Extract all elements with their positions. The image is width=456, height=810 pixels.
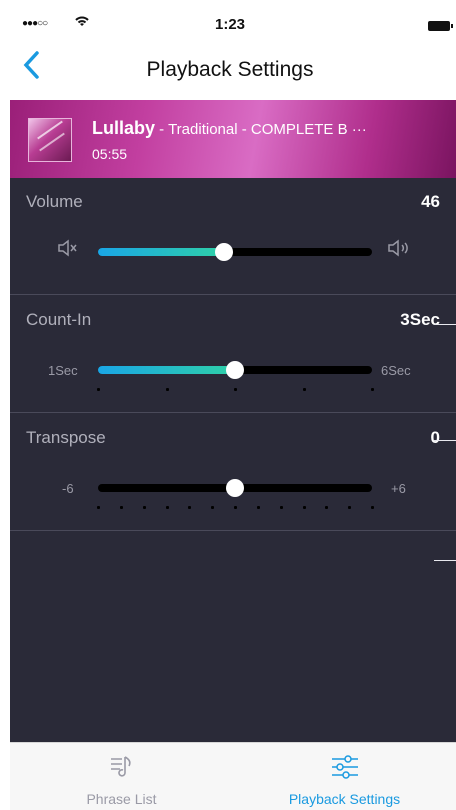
slider-tick — [165, 388, 169, 391]
count-in-min-label: 1Sec — [48, 363, 78, 378]
slider-tick — [234, 506, 237, 509]
now-playing-banner[interactable]: Lullaby - Traditional - COMPLETE B ··· 0… — [10, 100, 456, 178]
count-in-slider[interactable] — [98, 361, 372, 379]
volume-slider-thumb[interactable] — [215, 243, 234, 261]
status-bar: ●●●○○ 1:23 — [10, 12, 453, 40]
slider-tick — [302, 388, 306, 391]
count-in-ticks — [97, 388, 374, 392]
slider-tick — [97, 506, 100, 509]
count-in-label: Count-In — [26, 310, 92, 329]
count-in-value: 3Sec — [400, 310, 440, 329]
battery-icon — [428, 21, 453, 31]
slider-tick — [211, 506, 215, 509]
album-cover — [28, 118, 72, 162]
transpose-value: 0 — [430, 428, 440, 447]
transpose-slider-thumb[interactable] — [226, 479, 244, 497]
count-in-slider-fill — [98, 366, 235, 374]
tab-phrase-list[interactable]: Phrase List — [10, 743, 233, 810]
count-in-slider-thumb[interactable] — [226, 361, 244, 379]
slider-tick — [302, 506, 306, 509]
slider-tick — [256, 506, 260, 509]
count-in-marker — [434, 324, 456, 325]
volume-slider[interactable] — [98, 243, 372, 261]
song-info: Lullaby - Traditional - COMPLETE B ··· — [92, 118, 367, 139]
status-time: 1:23 — [214, 16, 246, 33]
slider-tick — [234, 388, 237, 391]
volume-slider-fill — [98, 248, 225, 256]
divider — [10, 294, 456, 295]
transpose-ticks — [97, 506, 374, 510]
tab-bar: Phrase List Playback Settings — [10, 742, 456, 810]
transpose-max-label: +6 — [391, 481, 406, 496]
slider-tick — [371, 506, 374, 509]
transpose-marker — [434, 440, 456, 441]
slider-tick — [97, 388, 100, 391]
volume-value: 46 — [421, 192, 440, 211]
slider-tick — [325, 506, 329, 509]
slider-tick — [188, 506, 192, 509]
song-duration: 05:55 — [92, 146, 128, 162]
transpose-label: Transpose — [26, 428, 106, 447]
tab-phrase-list-label: Phrase List — [86, 791, 157, 807]
song-title: Lullaby — [92, 118, 156, 138]
slider-tick — [279, 506, 283, 509]
slider-tick — [348, 506, 352, 509]
song-subtitle: - Traditional - COMPLETE B ··· — [155, 121, 367, 138]
settings-panel: Volume 46 Count-In 3Sec 1Sec 6Sec Transp… — [10, 178, 456, 742]
divider — [10, 530, 456, 531]
page-title: Playback Settings — [146, 58, 314, 81]
transpose-min-label: -6 — [62, 481, 74, 496]
slider-tick — [371, 388, 374, 391]
mute-speaker-icon[interactable] — [56, 238, 80, 264]
slider-tick — [165, 506, 169, 509]
transpose-slider[interactable] — [98, 479, 372, 497]
panel-edge-marker — [434, 560, 456, 561]
slider-tick — [142, 506, 146, 509]
count-in-max-label: 6Sec — [381, 363, 411, 378]
navigation-bar: Playback Settings — [10, 40, 450, 100]
divider — [10, 412, 456, 413]
tab-playback-settings-label: Playback Settings — [288, 791, 401, 807]
sliders-icon — [233, 753, 456, 787]
speaker-loud-icon[interactable] — [386, 238, 416, 264]
volume-label: Volume — [26, 192, 83, 211]
slider-tick — [119, 506, 123, 509]
tab-playback-settings[interactable]: Playback Settings — [233, 743, 456, 810]
phrase-list-icon — [10, 753, 233, 787]
